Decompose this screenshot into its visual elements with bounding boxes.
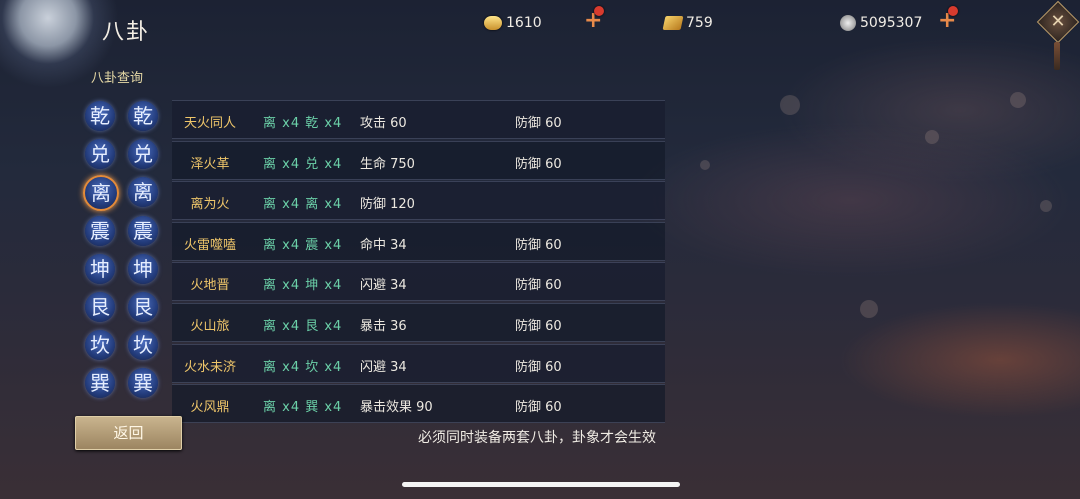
hexagram-name: 泽火革	[190, 156, 230, 172]
alert-dot	[594, 6, 604, 16]
background-light	[860, 300, 878, 318]
currency-copper-coin: 5095307	[840, 12, 922, 34]
currency-gold-ingot: 1610	[484, 12, 542, 34]
hexagram-requirement: 离 x4 震 x4	[263, 237, 343, 253]
hexagram-attribute-1: 攻击 60	[360, 116, 407, 131]
hexagram-attribute-1: 闪避 34	[360, 278, 407, 294]
hexagram-requirement: 离 x4 兑 x4	[263, 156, 343, 172]
tassel-decoration	[1054, 42, 1060, 70]
background-light	[1010, 92, 1026, 108]
trigram-right-xun[interactable]: 巽	[128, 368, 158, 398]
hexagram-requirement: 离 x4 坎 x4	[263, 359, 343, 375]
back-button[interactable]: 返回	[75, 416, 182, 450]
trigram-left-zhen[interactable]: 震	[85, 216, 115, 246]
hexagram-attribute-1: 暴击 36	[360, 318, 407, 334]
currency-gold-bar: 759	[662, 12, 713, 34]
trigram-right-gen[interactable]: 艮	[128, 292, 158, 322]
trigram-left-li-selected[interactable]: 离	[83, 175, 119, 211]
gold-bar-icon	[662, 16, 684, 30]
trigram-right-kun[interactable]: 坤	[128, 254, 158, 284]
hexagram-attribute-2: 防御 60	[515, 318, 562, 334]
currency-value: 1610	[506, 15, 542, 31]
hexagram-name: 火山旅	[190, 318, 230, 334]
trigram-left-kun[interactable]: 坤	[85, 254, 115, 284]
trigram-left-qian[interactable]: 乾	[85, 101, 115, 131]
background-light	[700, 160, 710, 170]
table-row: 火风鼎 离 x4 巽 x4 暴击效果 90 防御 60	[172, 384, 665, 424]
table-row: 天火同人 离 x4 乾 x4 攻击 60 防御 60	[172, 100, 665, 139]
table-row: 火水未济 离 x4 坎 x4 闪避 34 防御 60	[172, 343, 665, 383]
close-icon: ✕	[1050, 11, 1066, 32]
hexagram-requirement: 离 x4 坤 x4	[263, 278, 343, 294]
background-light	[780, 95, 800, 115]
currency-value: 759	[686, 15, 713, 31]
alert-dot	[948, 6, 958, 16]
hexagram-name: 火风鼎	[190, 400, 230, 416]
section-title: 八卦查询	[91, 71, 144, 86]
page-title: 八卦	[102, 20, 151, 45]
hexagram-attribute-2: 防御 60	[515, 359, 562, 375]
hexagram-attribute-1: 生命 750	[360, 156, 415, 172]
gold-ingot-icon	[484, 16, 502, 30]
hexagram-attribute-2: 防御 60	[515, 278, 562, 294]
close-button[interactable]: ✕	[1036, 0, 1080, 44]
hexagram-attribute-2: 防御 60	[515, 237, 562, 253]
hexagram-requirement: 离 x4 乾 x4	[263, 116, 343, 131]
hexagram-name: 天火同人	[183, 116, 236, 131]
trigram-left-gen[interactable]: 艮	[85, 292, 115, 322]
trigram-right-zhen[interactable]: 震	[128, 216, 158, 246]
hexagram-attribute-1: 防御 120	[360, 197, 415, 213]
trigram-right-dui[interactable]: 兑	[128, 139, 158, 169]
table-row: 火雷噬嗑 离 x4 震 x4 命中 34 防御 60	[172, 221, 665, 261]
hexagram-requirement: 离 x4 离 x4	[263, 197, 343, 213]
hexagram-attribute-2: 防御 60	[515, 116, 562, 131]
table-row: 泽火革 离 x4 兑 x4 生命 750 防御 60	[172, 140, 665, 180]
equip-notice: 必须同时装备两套八卦，卦象才会生效	[418, 430, 656, 446]
hexagram-name: 火地晋	[190, 278, 230, 294]
trigram-right-li[interactable]: 离	[128, 177, 158, 207]
hexagram-name: 火雷噬嗑	[183, 237, 236, 253]
background-light	[1040, 200, 1052, 212]
hexagram-attribute-1: 闪避 34	[360, 359, 407, 375]
hexagram-requirement: 离 x4 艮 x4	[263, 318, 343, 334]
hexagram-name: 火水未济	[183, 359, 236, 375]
hexagram-attribute-2: 防御 60	[515, 400, 562, 416]
hexagram-attribute-1: 命中 34	[360, 237, 407, 253]
trigram-left-kan[interactable]: 坎	[85, 330, 115, 360]
trigram-right-kan[interactable]: 坎	[128, 330, 158, 360]
currency-value: 5095307	[860, 15, 923, 31]
hexagram-attribute-2: 防御 60	[515, 156, 562, 172]
table-row: 离为火 离 x4 离 x4 防御 120	[172, 181, 665, 221]
table-row: 火地晋 离 x4 坤 x4 闪避 34 防御 60	[172, 262, 665, 302]
home-indicator[interactable]	[402, 482, 680, 487]
hexagram-attribute-1: 暴击效果 90	[360, 400, 433, 416]
table-row: 火山旅 离 x4 艮 x4 暴击 36 防御 60	[172, 302, 665, 342]
hexagram-requirement: 离 x4 巽 x4	[263, 400, 343, 416]
trigram-left-dui[interactable]: 兑	[85, 139, 115, 169]
background-light	[925, 130, 939, 144]
hexagram-name: 离为火	[190, 197, 230, 213]
copper-coin-icon	[840, 15, 856, 31]
trigram-right-qian[interactable]: 乾	[128, 101, 158, 131]
trigram-left-xun[interactable]: 巽	[85, 368, 115, 398]
hexagram-table: 天火同人 离 x4 乾 x4 攻击 60 防御 60 泽火革 离 x4 兑 x4…	[172, 100, 665, 425]
